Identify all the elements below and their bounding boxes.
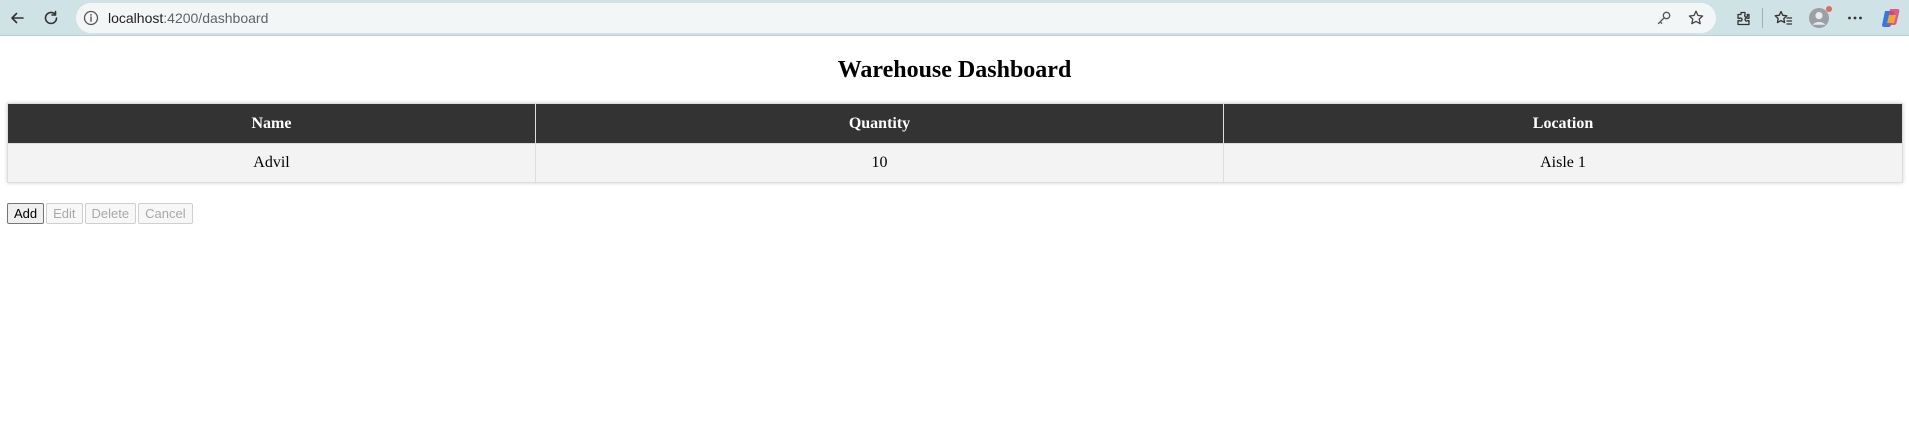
action-buttons: Add Edit Delete Cancel (7, 203, 193, 224)
reload-icon (44, 10, 58, 25)
column-header-location: Location (1223, 103, 1903, 144)
page-title: Warehouse Dashboard (837, 57, 1072, 83)
copilot-button[interactable] (1876, 3, 1906, 33)
inventory-table: Name Quantity Location Advil 10 Aisle 1 (7, 103, 1903, 183)
password-key-icon[interactable] (1654, 8, 1674, 28)
notification-dot (1826, 6, 1832, 12)
address-bar[interactable]: localhost:4200/dashboard (76, 3, 1716, 33)
url-host: localhost (108, 10, 164, 26)
more-button[interactable] (1840, 3, 1870, 33)
delete-button[interactable]: Delete (84, 203, 137, 224)
cell-location[interactable]: Aisle 1 (1223, 143, 1903, 183)
back-button[interactable] (2, 3, 32, 33)
reload-button[interactable] (36, 3, 66, 33)
favorites-button[interactable] (1768, 3, 1798, 33)
url-text[interactable]: localhost:4200/dashboard (108, 9, 268, 27)
page-content: Warehouse Dashboard Name Quantity Locati… (0, 37, 1909, 428)
browser-toolbar: localhost:4200/dashboard (0, 0, 1909, 36)
edit-button[interactable]: Edit (46, 203, 83, 224)
site-info-icon[interactable] (82, 9, 100, 27)
table-header-row: Name Quantity Location (7, 103, 1903, 144)
cancel-button[interactable]: Cancel (138, 203, 193, 224)
extensions-icon (1737, 11, 1750, 26)
profile-button[interactable] (1804, 3, 1834, 33)
favorites-icon (1774, 10, 1793, 25)
column-header-quantity: Quantity (535, 103, 1224, 144)
more-icon (1848, 16, 1862, 20)
extensions-button[interactable] (1728, 3, 1758, 33)
copilot-icon (1882, 9, 1900, 27)
toolbar-divider (1762, 8, 1763, 28)
cell-name[interactable]: Advil (7, 143, 536, 183)
add-button[interactable]: Add (7, 203, 45, 224)
inventory-table-container: Name Quantity Location Advil 10 Aisle 1 (7, 103, 1903, 183)
url-path: :4200/dashboard (163, 10, 269, 26)
column-header-name: Name (7, 103, 536, 144)
favorite-star-icon[interactable] (1686, 8, 1706, 28)
table-row[interactable]: Advil 10 Aisle 1 (7, 143, 1903, 183)
cell-quantity[interactable]: 10 (535, 143, 1224, 183)
back-icon (11, 12, 24, 24)
